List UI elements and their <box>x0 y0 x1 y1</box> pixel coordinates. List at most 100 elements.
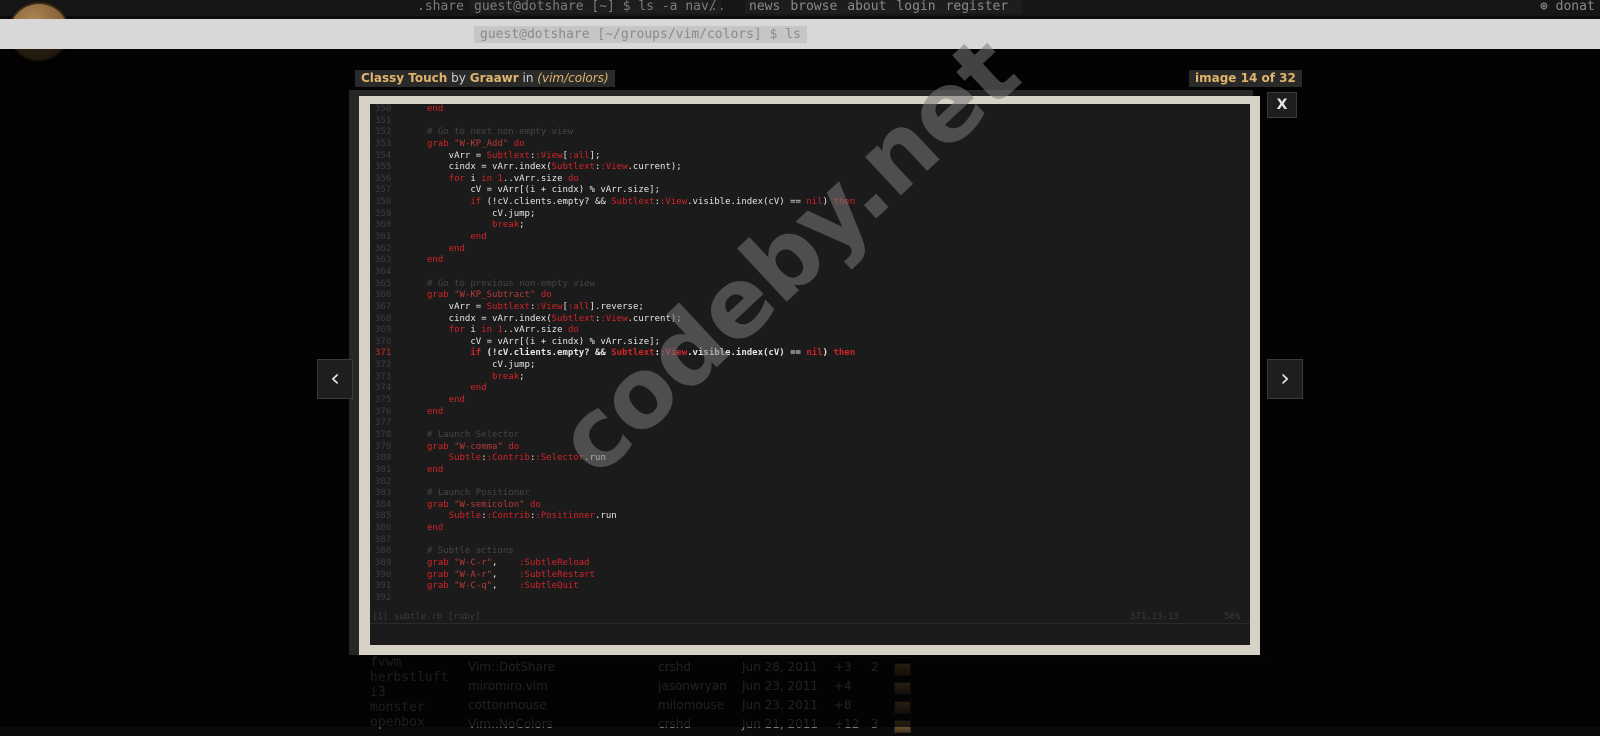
code-line: 378 # Launch Selector <box>370 430 1250 442</box>
line-code: end <box>427 104 444 114</box>
status-percent: 56% <box>1224 612 1241 622</box>
code-line: 384 grab "W-semicolon" do <box>370 500 1250 512</box>
donate-label: donat <box>1555 0 1595 14</box>
line-code: end <box>448 243 465 254</box>
line-number: 351 <box>375 115 392 126</box>
current-path: guest@dotshare [~/groups/vim/colors] $ l… <box>474 26 807 43</box>
line-number: 361 <box>375 232 392 243</box>
line-number: 392 <box>375 592 392 603</box>
line-number: 355 <box>375 162 392 173</box>
line-number: 381 <box>375 464 392 475</box>
line-code: cindx = vArr.index(Subtlext::View.curren… <box>427 162 682 173</box>
code-line: 389 grab "W-C-r", :SubtleReload <box>370 558 1250 570</box>
line-number: 368 <box>375 313 392 324</box>
line-number: 370 <box>375 336 392 347</box>
close-button[interactable]: X <box>1267 92 1297 118</box>
line-code: grab "W-semicolon" do <box>427 499 541 510</box>
line-code: end <box>448 395 465 406</box>
prev-arrow-icon[interactable]: ‹ <box>317 359 353 399</box>
code-line: 373 break; <box>370 372 1250 384</box>
line-number: 350 <box>375 104 392 114</box>
category-link[interactable]: (vim/colors) <box>537 71 608 85</box>
line-code: # Subtle actions <box>427 546 514 557</box>
line-number: 375 <box>375 395 392 406</box>
code-line: 374 end <box>370 383 1250 395</box>
line-number: 380 <box>375 453 392 464</box>
nav-link-about[interactable]: about <box>847 0 886 14</box>
line-number: 379 <box>375 441 392 452</box>
line-number: 367 <box>375 301 392 312</box>
code-line: 377 <box>370 418 1250 430</box>
code-line: 351 <box>370 116 1250 128</box>
code-line: 350 end <box>370 104 1250 116</box>
line-code: vArr = Subtlext::View[:all]; <box>427 150 601 161</box>
line-code: grab "W-KP_Subtract" do <box>427 290 552 301</box>
donate-link[interactable]: ⊛ donat <box>1540 0 1595 14</box>
line-code: end <box>470 383 487 394</box>
line-number: 384 <box>375 499 392 510</box>
code-line: 380 Subtle::Contrib::Selector.run <box>370 453 1250 465</box>
line-code: Subtle::Contrib::Positioner.run <box>448 511 617 522</box>
line-code: end <box>427 464 444 475</box>
line-code: grab "W-KP_Add" do <box>427 138 525 149</box>
line-code: cV.jump; <box>427 208 536 219</box>
line-number: 357 <box>375 185 392 196</box>
line-number: 386 <box>375 523 392 534</box>
line-code: cV.jump; <box>427 360 536 371</box>
line-number: 364 <box>375 266 392 277</box>
line-number: 352 <box>375 127 392 138</box>
author-link[interactable]: Graawr <box>470 71 519 85</box>
line-number: 363 <box>375 255 392 266</box>
line-code: grab "W-C-q", :SubtleQuit <box>427 581 579 592</box>
code-line: 381 end <box>370 465 1250 477</box>
code-line: 386 end <box>370 523 1250 535</box>
code-line: 383 # Launch Positioner <box>370 488 1250 500</box>
line-code: end <box>470 232 487 243</box>
status-position: 371,13-13 <box>1130 612 1179 622</box>
line-code: for i in 1..vArr.size do <box>448 173 579 184</box>
by-label: by <box>451 71 466 85</box>
line-code: # Launch Selector <box>427 429 520 440</box>
in-label: in <box>522 71 534 85</box>
code-line: 353 grab "W-KP_Add" do <box>370 139 1250 151</box>
line-number: 377 <box>375 418 392 429</box>
line-code: grab "W-comma" do <box>427 441 520 452</box>
line-number: 372 <box>375 360 392 371</box>
line-number: 382 <box>375 476 392 487</box>
code-line: 371 if (!cV.clients.empty? && Subtlext::… <box>370 348 1250 360</box>
heart-icon: ⊛ <box>1540 0 1556 14</box>
line-code: grab "W-A-r", :SubtleRestart <box>427 569 595 580</box>
nav-prompt: guest@dotshare [~] $ ls -a nav/ <box>470 0 721 14</box>
line-number: 362 <box>375 243 392 254</box>
line-number: 389 <box>375 557 392 568</box>
line-number: 356 <box>375 173 392 184</box>
line-number: 391 <box>375 581 392 592</box>
nav-link-login[interactable]: login <box>896 0 935 14</box>
line-code: break; <box>492 371 525 382</box>
line-number: 388 <box>375 546 392 557</box>
line-number: 378 <box>375 429 392 440</box>
line-number: 373 <box>375 371 392 382</box>
share-link[interactable]: .share <box>417 0 464 14</box>
next-arrow-icon[interactable]: › <box>1267 359 1303 399</box>
line-number: 358 <box>375 197 392 208</box>
code-line: 382 <box>370 477 1250 489</box>
nav-link-browse[interactable]: browse <box>790 0 837 14</box>
code-line: 390 grab "W-A-r", :SubtleRestart <box>370 570 1250 582</box>
line-number: 383 <box>375 488 392 499</box>
line-number: 387 <box>375 534 392 545</box>
code-line: 388 # Subtle actions <box>370 546 1250 558</box>
line-number: 366 <box>375 290 392 301</box>
code-line: 375 end <box>370 395 1250 407</box>
nav-link-register[interactable]: register <box>946 0 1009 14</box>
code-line: 379 grab "W-comma" do <box>370 442 1250 454</box>
image-counter: image 14 of 32 <box>1189 70 1302 87</box>
nav-links: news browse about login register <box>745 0 1023 14</box>
line-number: 371 <box>375 348 392 359</box>
code-line: 352 # Go to next non-empty view <box>370 127 1250 139</box>
line-number: 354 <box>375 150 392 161</box>
code-line: 370 cV = vArr[(i + cindx) % vArr.size]; <box>370 337 1250 349</box>
line-number: 376 <box>375 406 392 417</box>
nav-link-news[interactable]: news <box>749 0 780 14</box>
top-nav-bar: .share guest@dotshare [~] $ ls -a nav/ .… <box>0 0 1600 16</box>
